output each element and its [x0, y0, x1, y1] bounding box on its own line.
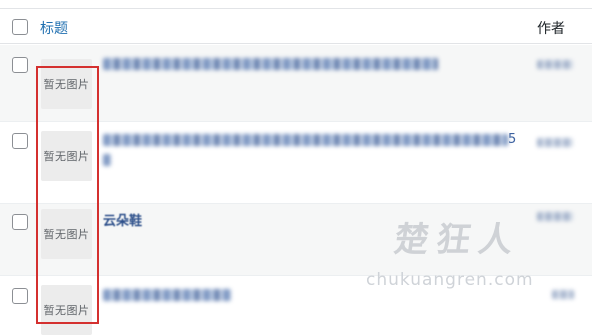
- thumbnail-placeholder: 暂无图片: [41, 131, 92, 181]
- column-author-header: 作者: [537, 21, 565, 37]
- table-row: 暂无图片 5: [0, 122, 592, 204]
- post-title-link[interactable]: [103, 289, 231, 301]
- post-title-link-line2[interactable]: [103, 154, 111, 166]
- watermark-chinese: 楚狂人: [391, 220, 524, 260]
- author-name[interactable]: [552, 290, 574, 299]
- row-checkbox[interactable]: [12, 57, 28, 73]
- author-name[interactable]: [537, 60, 573, 69]
- thumbnail-placeholder: 暂无图片: [41, 59, 92, 109]
- post-title-tail: 5: [508, 132, 517, 147]
- row-checkbox[interactable]: [12, 214, 28, 230]
- table-header: 标题 作者: [0, 9, 592, 44]
- thumbnail-placeholder: 暂无图片: [41, 285, 92, 335]
- column-title-header[interactable]: 标题: [40, 18, 68, 38]
- author-name[interactable]: [537, 212, 573, 221]
- post-title-link[interactable]: 云朵鞋: [103, 210, 142, 229]
- post-title-link[interactable]: [103, 58, 438, 70]
- row-checkbox[interactable]: [12, 288, 28, 304]
- post-title-link[interactable]: [103, 134, 508, 146]
- thumbnail-placeholder: 暂无图片: [41, 209, 92, 259]
- watermark-url: chukuangren.com: [366, 270, 534, 290]
- row-checkbox[interactable]: [12, 133, 28, 149]
- author-name[interactable]: [537, 138, 573, 147]
- table-row: 暂无图片: [0, 45, 592, 122]
- select-all-checkbox[interactable]: [12, 19, 28, 35]
